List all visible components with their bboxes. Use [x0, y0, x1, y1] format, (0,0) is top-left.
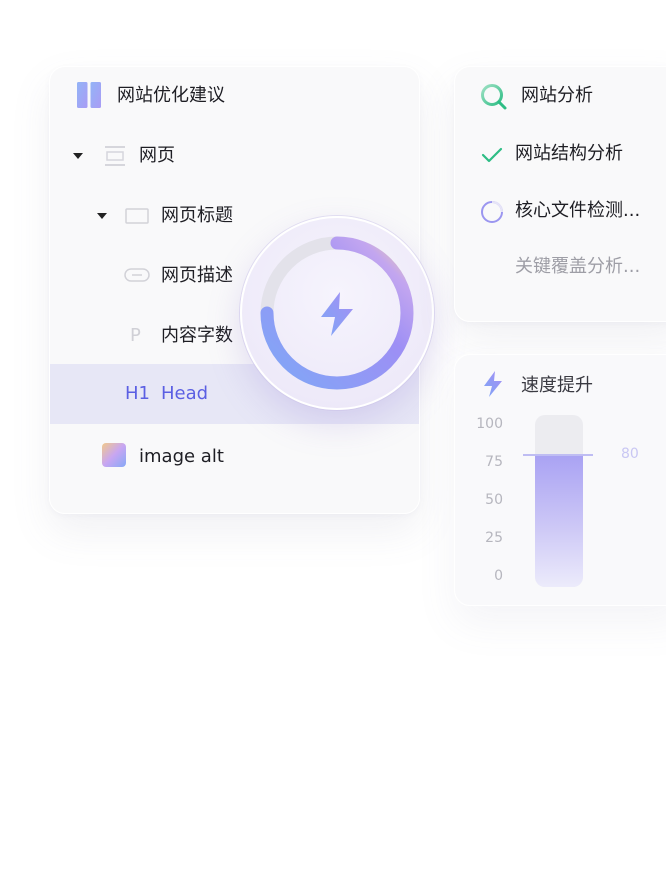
rectangle-icon: [125, 208, 149, 224]
suggestions-title: 网站优化建议: [117, 85, 225, 106]
speed-axis-tick: 75: [485, 454, 503, 470]
caret-down-icon[interactable]: [73, 153, 83, 159]
magnifier-icon: [481, 84, 507, 110]
speed-boost-button[interactable]: [240, 216, 434, 410]
tree-item-page-description-label: 网页描述: [161, 265, 233, 286]
speed-boost-card: 速度提升 100 75 50 25 0 80: [454, 354, 666, 606]
speed-axis-tick: 25: [485, 530, 503, 546]
image-icon: [102, 443, 126, 467]
analysis-item-structure: 网站结构分析: [455, 141, 666, 171]
spinner-icon: [481, 201, 503, 223]
tree-item-content-count-label: 内容字数: [161, 325, 233, 346]
speed-value-label: 80: [621, 446, 639, 463]
speed-axis-tick: 100: [476, 416, 503, 432]
speed-axis-tick: 0: [494, 568, 503, 584]
website-analysis-card: 网站分析 网站结构分析 核心文件检测... 关键覆盖分析...: [454, 66, 666, 322]
link-icon: [124, 268, 150, 282]
tree-item-webpage[interactable]: 网页: [50, 127, 419, 183]
analysis-item-label: 关键覆盖分析...: [515, 256, 641, 277]
layout-icon: [105, 146, 125, 166]
speed-axis-tick: 50: [485, 492, 503, 508]
lightning-icon: [321, 292, 353, 336]
h1-tag: H1: [125, 383, 150, 404]
tree-item-h1-label: Head: [161, 383, 209, 404]
tree-item-webpage-label: 网页: [139, 145, 175, 166]
paragraph-icon: P: [130, 325, 141, 346]
check-icon: [481, 147, 503, 163]
analysis-item-core-files: 核心文件检测...: [455, 197, 666, 227]
speed-value-marker: [523, 454, 593, 457]
tree-item-image-alt[interactable]: image alt: [50, 427, 419, 483]
columns-icon: [77, 82, 101, 108]
analysis-item-label: 核心文件检测...: [515, 200, 641, 221]
speed-gauge-fill: [535, 455, 583, 587]
analysis-item-label: 网站结构分析: [515, 143, 623, 164]
analysis-title: 网站分析: [521, 85, 593, 106]
lightning-icon: [484, 371, 502, 397]
tree-item-page-title-label: 网页标题: [161, 205, 233, 226]
analysis-item-coverage: 关键覆盖分析...: [455, 253, 666, 283]
tree-item-image-alt-label: image alt: [139, 446, 224, 467]
caret-down-icon[interactable]: [97, 213, 107, 219]
speed-title: 速度提升: [521, 375, 593, 396]
speed-gauge-track: [535, 415, 583, 587]
